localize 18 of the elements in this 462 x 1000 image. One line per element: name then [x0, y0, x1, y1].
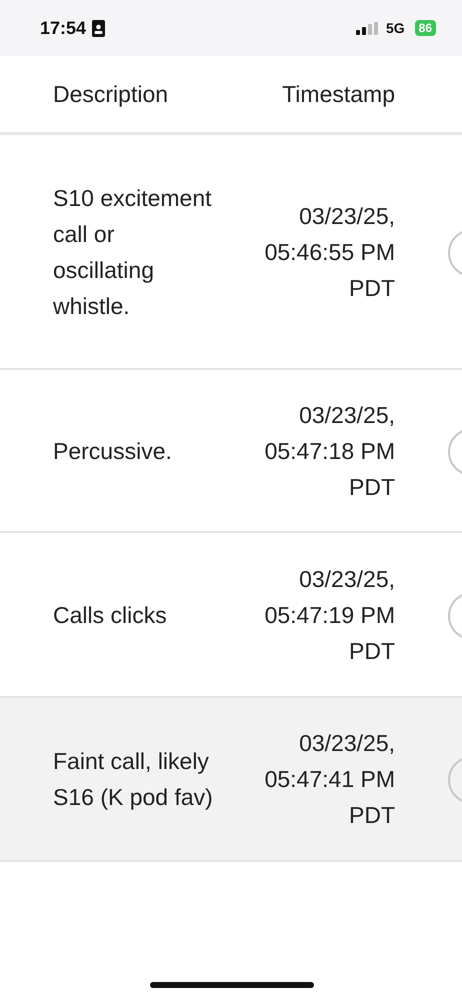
description-cell-text: S10 excitement call or oscillating whistle. [53, 184, 213, 320]
column-header: Timestamp [282, 80, 395, 108]
network-label: 5G [386, 20, 405, 36]
timestamp-cell-text: 03/23/25, 05:47:18 PM PDT [264, 400, 395, 502]
description-cell-text: Percussive. [53, 436, 173, 466]
timestamp-cell-text: 03/23/25, 05:46:55 PM PDT [264, 202, 395, 302]
status-time: 17:54 [40, 18, 86, 38]
id-card-icon [92, 20, 106, 36]
battery-indicator: 86 [414, 20, 436, 36]
timestamp-cell-text: 03/23/25, 05:47:41 PM PDT [264, 729, 395, 830]
column-header: Description [53, 80, 170, 108]
signal-icon [356, 22, 378, 34]
table-row[interactable]: Percussive. 03/23/25, 05:47:18 PM PDT [0, 370, 462, 533]
table-row[interactable]: S10 excitement call or oscillating whistle. 03/23/25, 05:46:55 PM PDT [0, 135, 462, 370]
description-cell-text: Calls clicks [53, 600, 168, 630]
timestamp-cell-text: 03/23/25, 05:47:19 PM PDT [264, 564, 395, 666]
table-row[interactable]: Faint call, likely S16 (K pod fav) 03/23/25, 05:47:41 PM PDT [0, 698, 462, 862]
description-cell-text: Faint call, likely S16 (K pod fav) [53, 747, 213, 812]
